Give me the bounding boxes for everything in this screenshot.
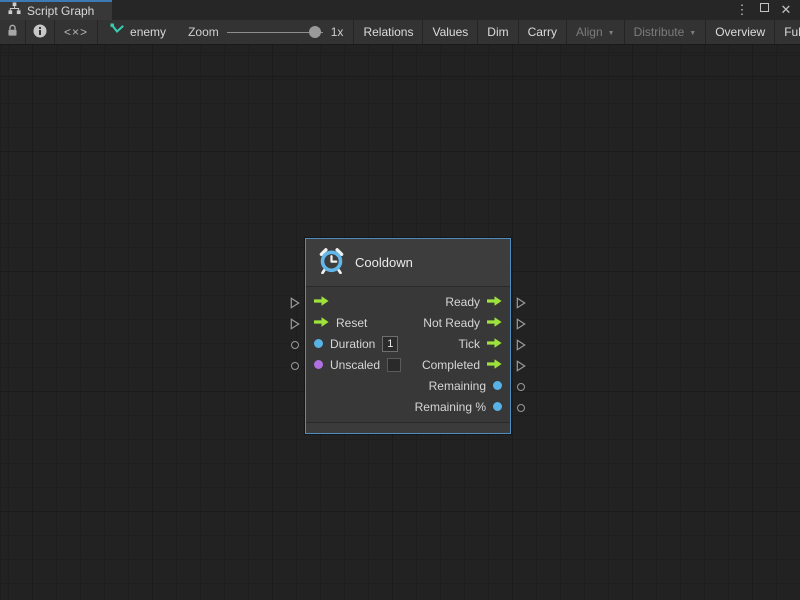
info-icon	[33, 24, 47, 41]
graph-canvas[interactable]: Cooldown Ready Reset Not Ready Duration 1 Tic…	[0, 45, 800, 600]
input-port-duration[interactable]: Duration 1	[314, 336, 398, 352]
toolbar-buttons: Relations Values Dim Carry Align ▼ Distribute ▼…	[354, 20, 800, 44]
toolbar-button-label: Carry	[528, 25, 557, 39]
toolbar-button-label: Relations	[363, 25, 413, 39]
port-label: Unscaled	[330, 358, 380, 372]
zoom-control: Zoom 1x	[178, 20, 353, 44]
external-output-notready[interactable]	[515, 318, 527, 330]
toolbar-button-values[interactable]: Values	[423, 20, 477, 44]
cooldown-node[interactable]: Cooldown Ready Reset Not Ready Duration 1 Tic…	[305, 238, 511, 434]
toolbar-button-label: Distribute	[634, 25, 685, 39]
graph-name: enemy	[130, 25, 166, 39]
output-port-tick[interactable]: Tick	[458, 335, 502, 353]
graph-node-icon	[110, 23, 124, 42]
value-dot-icon	[314, 360, 323, 369]
port-label: Tick	[458, 337, 480, 351]
external-input-unscaled[interactable]	[289, 360, 301, 372]
chevron-down-icon: ▼	[689, 30, 696, 37]
toolbar-button-label: Full Screen	[784, 25, 800, 39]
flow-arrow-icon	[314, 293, 329, 311]
flow-arrow-icon	[487, 314, 502, 332]
zoom-label: Zoom	[188, 25, 219, 39]
toolbar-button-distribute[interactable]: Distribute ▼	[625, 20, 706, 44]
window-controls: ⋮ ✕	[734, 0, 800, 20]
input-port-unscaled[interactable]: Unscaled	[314, 358, 401, 372]
external-input-reset[interactable]	[289, 318, 301, 330]
toolbar-button-carry[interactable]: Carry	[519, 20, 566, 44]
chevron-down-icon: ▼	[608, 30, 615, 37]
port-label: Remaining	[429, 379, 486, 393]
output-port-remaining[interactable]: Remaining	[429, 379, 502, 393]
flow-arrow-icon	[487, 293, 502, 311]
external-output-remaining[interactable]	[515, 402, 527, 414]
port-row: Duration 1 Tick	[306, 333, 510, 354]
output-port-notready[interactable]: Not Ready	[423, 314, 502, 332]
flow-arrow-icon	[487, 356, 502, 374]
flow-arrow-icon	[487, 335, 502, 353]
external-output-completed[interactable]	[515, 360, 527, 372]
toolbar-button-align[interactable]: Align ▼	[567, 20, 624, 44]
port-row: Remaining %	[306, 396, 510, 417]
zoom-slider-handle[interactable]	[309, 26, 321, 38]
output-port-ready[interactable]: Ready	[445, 293, 502, 311]
tab-label: Script Graph	[27, 4, 94, 18]
port-label: Ready	[445, 295, 480, 309]
output-port-remaining[interactable]: Remaining %	[415, 400, 502, 414]
toolbar-button-label: Values	[432, 25, 468, 39]
zoom-value: 1x	[331, 25, 344, 39]
external-output-remaining[interactable]	[515, 381, 527, 393]
toolbar-button-label: Dim	[487, 25, 508, 39]
duration-value-field[interactable]: 1	[382, 336, 398, 352]
value-dot-icon	[314, 339, 323, 348]
toolbar-button-label: Align	[576, 25, 603, 39]
info-button[interactable]	[26, 20, 54, 44]
external-output-ready[interactable]	[515, 297, 527, 309]
port-row: Ready	[306, 291, 510, 312]
unscaled-checkbox[interactable]	[387, 358, 401, 372]
zoom-slider[interactable]	[227, 26, 323, 38]
port-row: Remaining	[306, 375, 510, 396]
toolbar-button-relations[interactable]: Relations	[354, 20, 422, 44]
kebab-menu-icon[interactable]: ⋮	[734, 2, 750, 18]
graph-breadcrumb[interactable]: enemy	[98, 20, 178, 44]
flow-arrow-icon	[314, 314, 329, 332]
maximize-icon[interactable]	[756, 2, 772, 18]
value-dot-icon	[493, 402, 502, 411]
alarm-clock-icon	[318, 247, 345, 279]
toolbar-button-overview[interactable]: Overview	[706, 20, 774, 44]
external-input-duration[interactable]	[289, 339, 301, 351]
port-row: Reset Not Ready	[306, 312, 510, 333]
node-footer	[306, 422, 510, 433]
graph-hierarchy-icon	[8, 2, 21, 20]
code-icon: <×>	[64, 25, 88, 39]
script-graph-window: Script Graph ⋮ ✕	[0, 0, 800, 600]
port-label: Not Ready	[423, 316, 480, 330]
output-port-completed[interactable]: Completed	[422, 356, 502, 374]
port-row: Unscaled Completed	[306, 354, 510, 375]
close-icon[interactable]: ✕	[778, 2, 794, 18]
input-port-reset[interactable]: Reset	[314, 314, 367, 332]
tab-bar: Script Graph ⋮ ✕	[0, 0, 800, 20]
node-ports: Ready Reset Not Ready Duration 1 Tick Unscaled…	[306, 287, 510, 422]
graph-toolbar: <×> enemy Zoom 1x Relations Values Dim Carr…	[0, 20, 800, 45]
lock-icon	[7, 24, 18, 40]
toolbar-button-label: Overview	[715, 25, 765, 39]
external-input-enter[interactable]	[289, 297, 301, 309]
code-preview-button[interactable]: <×>	[55, 20, 97, 44]
port-label: Duration	[330, 337, 375, 351]
port-label: Reset	[336, 316, 367, 330]
tab-script-graph[interactable]: Script Graph	[0, 0, 112, 20]
node-header[interactable]: Cooldown	[306, 239, 510, 287]
toolbar-button-full-screen[interactable]: Full Screen	[775, 20, 800, 44]
lock-button[interactable]	[0, 20, 25, 44]
value-dot-icon	[493, 381, 502, 390]
toolbar-button-dim[interactable]: Dim	[478, 20, 517, 44]
external-output-tick[interactable]	[515, 339, 527, 351]
port-label: Completed	[422, 358, 480, 372]
input-port-enter[interactable]	[314, 293, 329, 311]
port-label: Remaining %	[415, 400, 486, 414]
node-title: Cooldown	[355, 255, 413, 270]
